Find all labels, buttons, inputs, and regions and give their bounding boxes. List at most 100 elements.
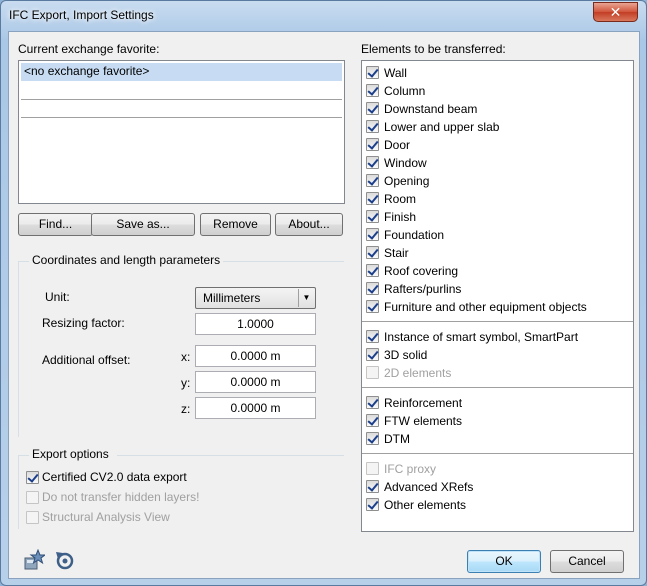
list-item: IFC proxy <box>366 460 626 478</box>
remove-button[interactable]: Remove <box>200 213 271 236</box>
list-item[interactable]: Door <box>366 136 626 154</box>
offset-z-field[interactable]: 0.0000 m <box>195 397 316 419</box>
element-checkbox[interactable] <box>366 156 379 169</box>
export-option-checkbox <box>26 491 39 504</box>
element-label: FTW elements <box>384 414 463 428</box>
list-item[interactable]: Downstand beam <box>366 100 626 118</box>
export-option-checkbox[interactable] <box>26 471 39 484</box>
element-label: Foundation <box>384 228 445 242</box>
element-label: Wall <box>384 66 407 80</box>
favorite-label: Current exchange favorite: <box>18 42 160 56</box>
list-item[interactable]: Foundation <box>366 226 626 244</box>
element-checkbox[interactable] <box>366 300 379 313</box>
element-checkbox[interactable] <box>366 264 379 277</box>
ok-button[interactable]: OK <box>467 550 541 573</box>
unit-label: Unit: <box>45 290 70 304</box>
z-label: z: <box>181 402 191 416</box>
favorite-star-icon[interactable] <box>23 548 47 571</box>
element-label: Roof covering <box>384 264 459 278</box>
element-checkbox[interactable] <box>366 432 379 445</box>
element-label: Stair <box>384 246 409 260</box>
element-label: Lower and upper slab <box>384 120 500 134</box>
element-checkbox[interactable] <box>366 210 379 223</box>
group-separator <box>362 321 633 322</box>
group-border <box>18 455 29 456</box>
element-label: Column <box>384 84 426 98</box>
list-item[interactable]: <no exchange favorite> <box>21 63 342 81</box>
element-checkbox[interactable] <box>366 102 379 115</box>
favorites-list[interactable]: <no exchange favorite> <box>18 60 345 204</box>
element-label: Instance of smart symbol, SmartPart <box>384 330 579 344</box>
element-label: Reinforcement <box>384 396 463 410</box>
list-item[interactable]: 3D solid <box>366 346 626 364</box>
export-option-label: Certified CV2.0 data export <box>42 470 187 484</box>
element-checkbox[interactable] <box>366 138 379 151</box>
element-label: IFC proxy <box>384 462 437 476</box>
elements-list[interactable]: Wall Column Downstand beam Lower and upper … <box>361 60 634 532</box>
list-item[interactable]: Column <box>366 82 626 100</box>
title-bar[interactable]: IFC Export, Import Settings ✕ <box>1 1 646 31</box>
element-checkbox[interactable] <box>366 246 379 259</box>
element-label: Other elements <box>384 498 467 512</box>
element-checkbox[interactable] <box>366 228 379 241</box>
element-checkbox[interactable] <box>366 120 379 133</box>
element-label: Finish <box>384 210 417 224</box>
unit-dropdown-value: Millimeters <box>203 291 261 305</box>
list-item[interactable]: DTM <box>366 430 626 448</box>
list-item[interactable]: Rafters/purlins <box>366 280 626 298</box>
close-button[interactable]: ✕ <box>593 2 638 22</box>
list-item[interactable]: Stair <box>366 244 626 262</box>
list-item[interactable]: Reinforcement <box>366 394 626 412</box>
element-checkbox[interactable] <box>366 192 379 205</box>
list-item[interactable]: Lower and upper slab <box>366 118 626 136</box>
list-item[interactable] <box>21 82 342 100</box>
offset-x-field[interactable]: 0.0000 m <box>195 345 316 367</box>
reset-icon[interactable] <box>54 549 76 571</box>
group-border <box>18 455 19 529</box>
additional-offset-label: Additional offset: <box>42 353 131 367</box>
element-label: Room <box>384 192 417 206</box>
resizing-factor-field[interactable]: 1.0000 <box>195 313 316 335</box>
element-checkbox[interactable] <box>366 396 379 409</box>
list-item[interactable]: Furniture and other equipment objects <box>366 298 626 316</box>
list-item[interactable]: Room <box>366 190 626 208</box>
group-border <box>18 261 19 437</box>
export-options-label: Export options <box>32 447 109 461</box>
element-checkbox[interactable] <box>366 282 379 295</box>
element-label: Downstand beam <box>384 102 478 116</box>
coords-group-label: Coordinates and length parameters <box>32 253 221 267</box>
element-checkbox[interactable] <box>366 414 379 427</box>
list-item[interactable] <box>21 100 342 118</box>
element-checkbox <box>366 366 379 379</box>
list-item[interactable]: FTW elements <box>366 412 626 430</box>
list-item[interactable]: Window <box>366 154 626 172</box>
list-item[interactable]: Instance of smart symbol, SmartPart <box>366 328 626 346</box>
save-as-button[interactable]: Save as... <box>91 213 195 236</box>
list-item[interactable]: Wall <box>366 64 626 82</box>
cancel-button[interactable]: Cancel <box>550 550 624 573</box>
about-button[interactable]: About... <box>275 213 343 236</box>
list-item[interactable]: Advanced XRefs <box>366 478 626 496</box>
find-button[interactable]: Find... <box>18 213 93 236</box>
element-label: Opening <box>384 174 430 188</box>
element-checkbox[interactable] <box>366 174 379 187</box>
chevron-down-icon[interactable]: ▼ <box>298 289 314 307</box>
element-label: Furniture and other equipment objects <box>384 300 587 314</box>
unit-dropdown[interactable]: Millimeters ▼ <box>195 287 316 309</box>
element-label: Rafters/purlins <box>384 282 462 296</box>
offset-y-field[interactable]: 0.0000 m <box>195 371 316 393</box>
element-checkbox[interactable] <box>366 348 379 361</box>
element-checkbox[interactable] <box>366 480 379 493</box>
element-checkbox[interactable] <box>366 498 379 511</box>
list-item[interactable]: Roof covering <box>366 262 626 280</box>
group-separator <box>362 453 633 454</box>
element-checkbox[interactable] <box>366 330 379 343</box>
list-item[interactable]: Other elements <box>366 496 626 514</box>
dialog-window: IFC Export, Import Settings ✕ Current ex… <box>0 0 647 586</box>
element-checkbox[interactable] <box>366 66 379 79</box>
list-item[interactable]: Opening <box>366 172 626 190</box>
list-item: 2D elements <box>366 364 626 382</box>
list-item[interactable]: Finish <box>366 208 626 226</box>
element-checkbox[interactable] <box>366 84 379 97</box>
group-border <box>18 261 29 262</box>
